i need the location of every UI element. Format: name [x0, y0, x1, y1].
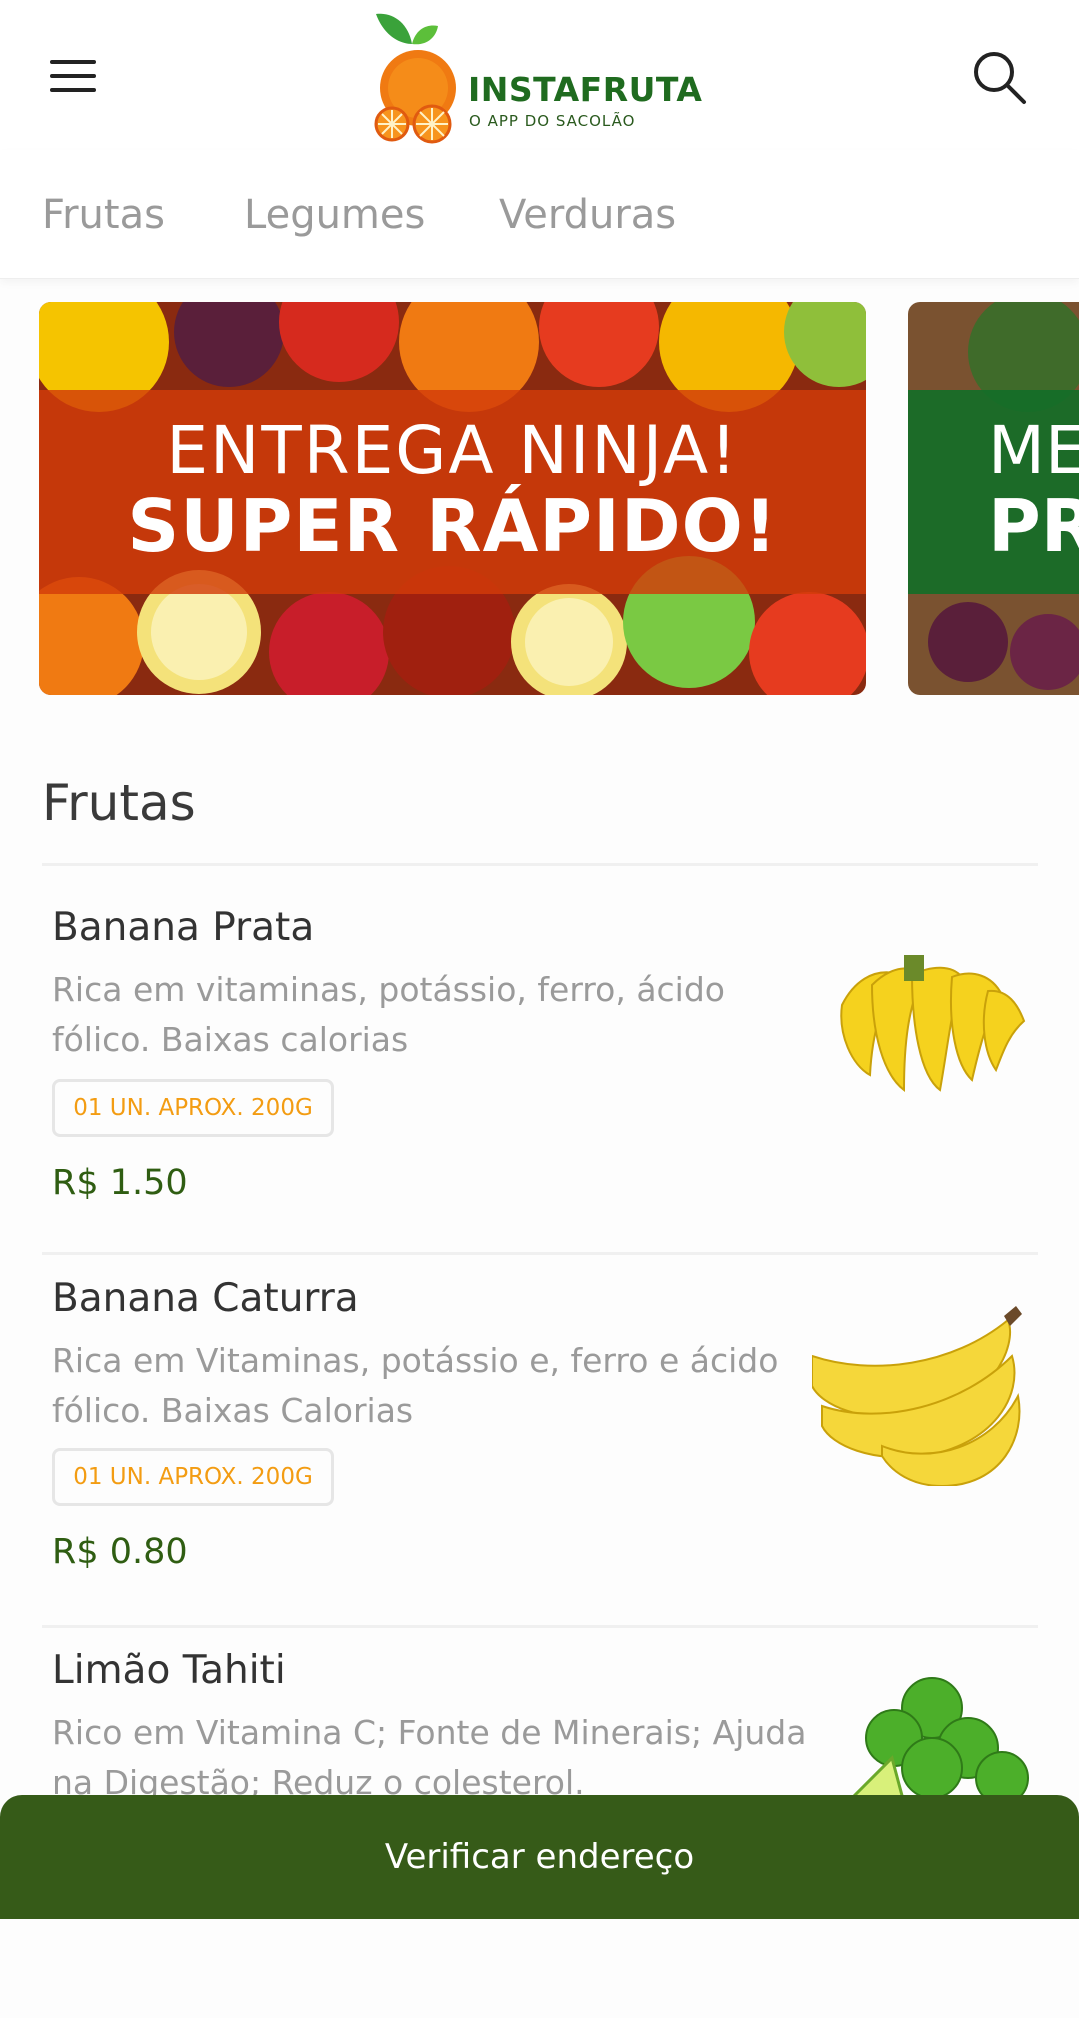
product-description: Rica em Vitaminas, potássio e, ferro e á… — [52, 1341, 779, 1430]
orange-logo-icon — [374, 13, 456, 144]
tab-legumes[interactable]: Legumes — [244, 192, 425, 238]
product-card[interactable]: Banana Caturra Rica em Vitaminas, potáss… — [42, 1276, 1038, 1646]
menu-button[interactable] — [44, 58, 104, 98]
app-header: INSTAFRUTA O APP DO SACOLÃO — [0, 0, 1079, 150]
section-title: Frutas — [42, 774, 196, 832]
promo-banner-ninja[interactable]: ENTREGA NINJA! SUPER RÁPIDO! — [39, 302, 866, 695]
verify-address-button[interactable]: Verificar endereço — [0, 1795, 1079, 1919]
product-price: R$ 0.80 — [52, 1532, 188, 1572]
section-divider — [42, 863, 1038, 866]
product-description: Rica em vitaminas, potássio, ferro, ácid… — [52, 970, 725, 1059]
tab-frutas[interactable]: Frutas — [42, 192, 165, 238]
banner-subheadline: SUPER RÁPIDO! — [127, 484, 778, 568]
product-card[interactable]: Banana Prata Rica em vitaminas, potássio… — [42, 905, 1038, 1275]
search-icon — [974, 52, 1026, 104]
product-name: Limão Tahiti — [52, 1648, 286, 1693]
row-divider — [42, 1625, 1038, 1628]
product-description: Rico em Vitamina C; Fonte de Minerais; A… — [52, 1713, 807, 1802]
row-divider — [42, 1252, 1038, 1255]
banner-headline: ENTREGA NINJA! — [166, 412, 739, 489]
product-price: R$ 1.50 — [52, 1163, 188, 1203]
category-tabs: Frutas Legumes Verduras — [0, 150, 1079, 279]
banner-headline: ME — [988, 412, 1079, 489]
banana-prata-image — [840, 955, 1026, 1093]
tab-verduras[interactable]: Verduras — [499, 192, 676, 238]
banana-caturra-image — [812, 1306, 1022, 1486]
product-name: Banana Prata — [52, 905, 315, 950]
logo-title: INSTAFRUTA — [468, 70, 703, 109]
promo-banner-next[interactable]: ME PR — [908, 302, 1079, 695]
banner-subheadline: PR — [988, 484, 1079, 568]
app-logo: INSTAFRUTA O APP DO SACOLÃO — [372, 8, 712, 148]
unit-badge: 01 UN. APROX. 200G — [52, 1079, 334, 1137]
logo-subtitle: O APP DO SACOLÃO — [469, 112, 636, 130]
search-button[interactable] — [970, 48, 1030, 108]
product-name: Banana Caturra — [52, 1276, 359, 1321]
unit-badge: 01 UN. APROX. 200G — [52, 1448, 334, 1506]
verify-address-label: Verificar endereço — [384, 1837, 695, 1877]
